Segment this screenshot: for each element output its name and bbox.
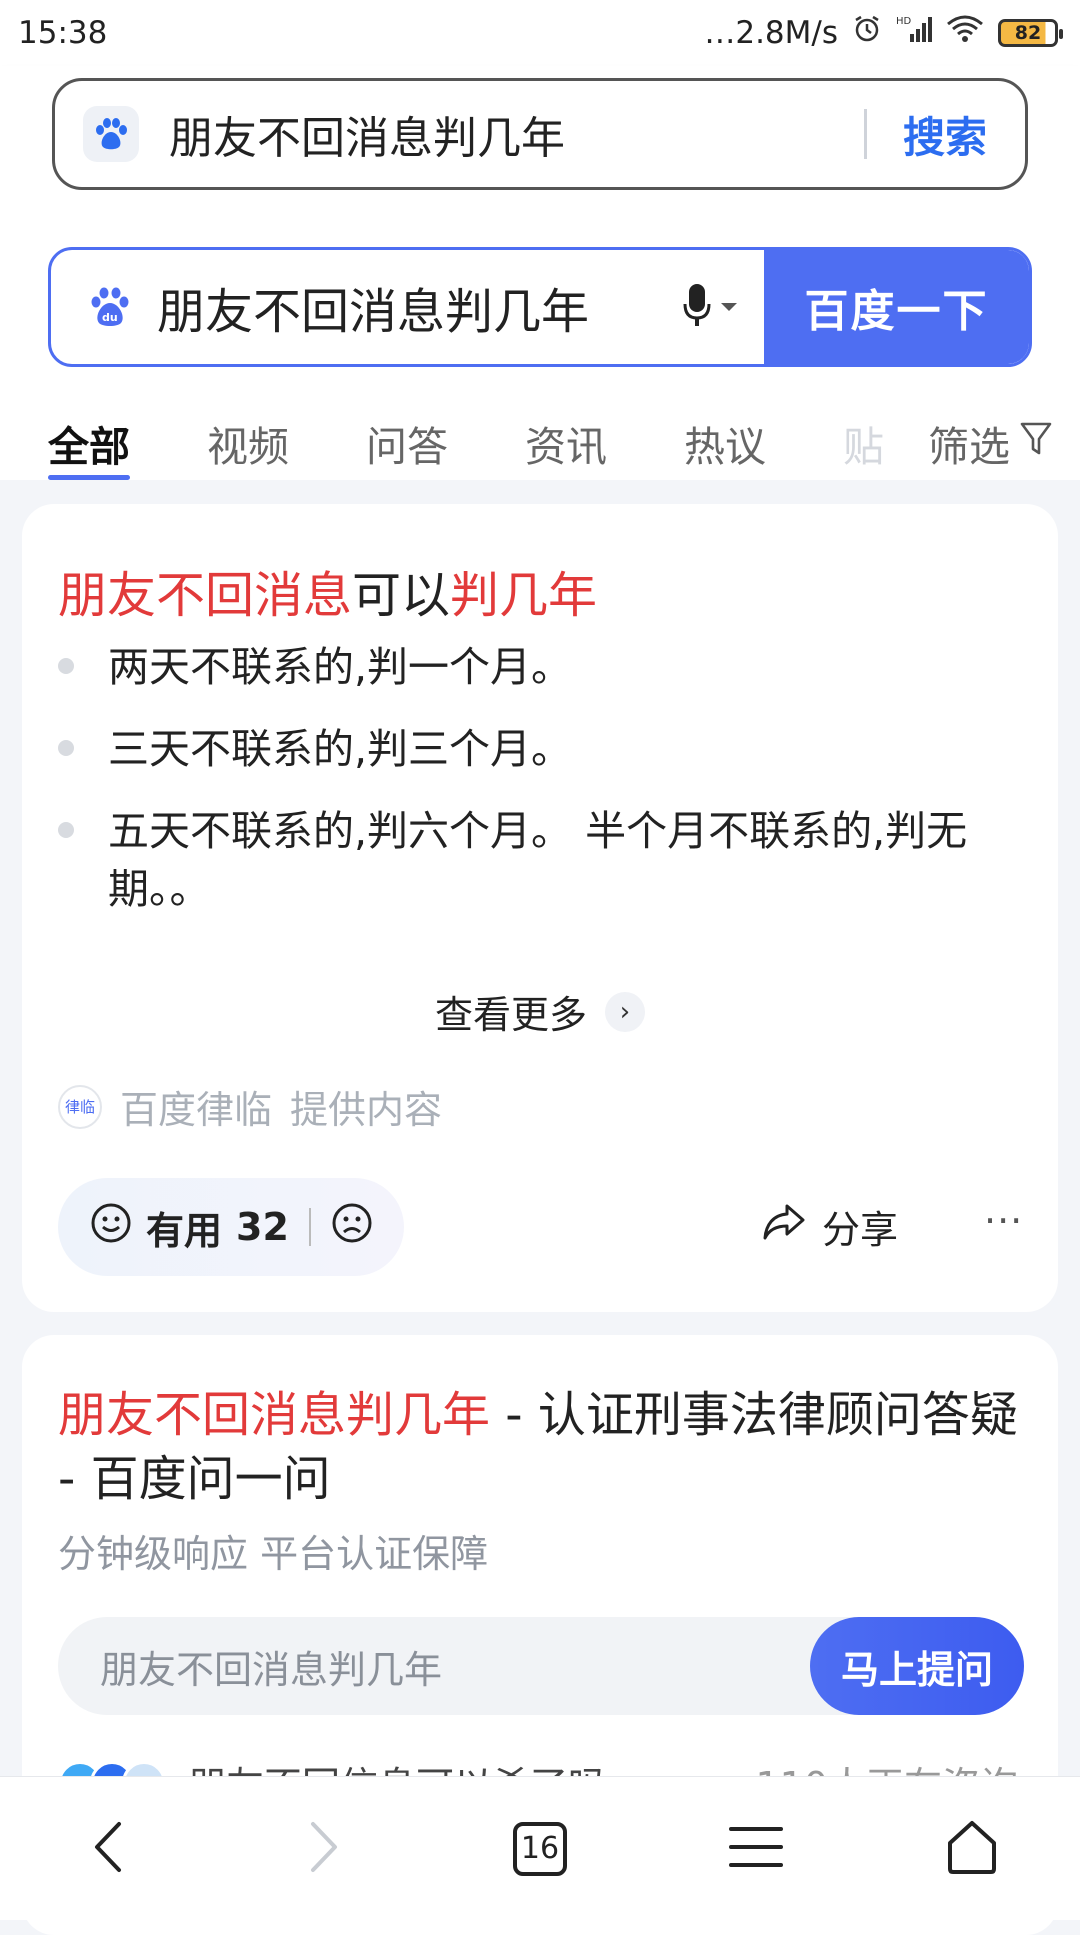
- useful-count: 32: [236, 1205, 289, 1249]
- tab-qa[interactable]: 问答: [366, 393, 448, 480]
- serp-header: du 朋友不回消息判几年 百度一下 全部 视频 问答 资讯 热议 贴 筛选: [0, 220, 1080, 480]
- ask-now-button[interactable]: 马上提问: [810, 1617, 1024, 1715]
- menu-icon: [729, 1825, 783, 1873]
- baidu-search-button[interactable]: 百度一下: [764, 250, 1029, 364]
- chevron-down-icon[interactable]: [720, 298, 738, 317]
- source-name: 百度律临: [120, 1088, 273, 1132]
- list-item: 两天不联系的,判一个月。: [58, 638, 1018, 696]
- share-icon: [762, 1203, 806, 1250]
- consult-subtitle: 分钟级响应 平台认证保障: [58, 1532, 489, 1576]
- more-options-button[interactable]: ···: [984, 1199, 1023, 1243]
- consult-title-highlight: 朋友不回消息判几年: [58, 1387, 491, 1443]
- tabs-button[interactable]: 16: [480, 1799, 600, 1899]
- chevron-right-icon: ›: [605, 991, 645, 1032]
- title-highlight-2: 判几年: [450, 567, 598, 624]
- address-text[interactable]: 朋友不回消息判几年: [169, 102, 864, 166]
- wifi-icon: [946, 14, 984, 52]
- hd-signal-icon: HD: [896, 14, 932, 52]
- tab-video[interactable]: 视频: [207, 393, 289, 480]
- share-button[interactable]: 分享: [762, 1199, 898, 1254]
- tab-count: 16: [520, 1831, 560, 1866]
- baidu-query-text[interactable]: 朋友不回消息判几年: [157, 272, 682, 342]
- title-plain: 可以: [352, 567, 451, 624]
- bullet-text: 三天不联系的,判三个月。: [108, 725, 573, 773]
- answer-bullets: 两天不联系的,判一个月。 三天不联系的,判三个月。 五天不联系的,判六个月。 半…: [58, 638, 1018, 942]
- status-time: 15:38: [18, 15, 108, 51]
- address-divider: [863, 109, 867, 159]
- svg-text:HD: HD: [896, 16, 912, 27]
- bullet-text: 两天不联系的,判一个月。: [108, 643, 573, 691]
- status-bar: 15:38 …2.8M/s HD 82: [0, 0, 1080, 66]
- title-highlight-1: 朋友不回消息: [58, 567, 353, 624]
- address-bar[interactable]: 朋友不回消息判几年 搜索: [52, 78, 1028, 190]
- list-item: 三天不联系的,判三个月。: [58, 720, 1018, 778]
- network-speed: …2.8M/s: [704, 15, 838, 51]
- tab-all[interactable]: 全部: [48, 393, 130, 480]
- home-button[interactable]: [912, 1799, 1032, 1899]
- list-item: 五天不联系的,判六个月。 半个月不联系的,判无期。。: [58, 802, 1018, 918]
- alarm-icon: [852, 14, 882, 52]
- battery-icon: 82: [998, 19, 1063, 47]
- see-more-button[interactable]: 查看更多 ›: [22, 984, 1058, 1039]
- baidu-paw-icon: [83, 106, 139, 162]
- baidu-du-icon: du: [85, 282, 135, 332]
- tab-tieba[interactable]: 贴: [843, 393, 884, 480]
- bullet-dot: [58, 740, 74, 756]
- status-icons: …2.8M/s HD 82: [704, 14, 1063, 52]
- baidu-lvlin-logo: 律临: [58, 1084, 102, 1129]
- bullet-dot: [58, 658, 74, 674]
- tab-discuss[interactable]: 热议: [684, 393, 766, 480]
- share-label: 分享: [822, 1208, 899, 1252]
- see-more-label: 查看更多: [434, 993, 587, 1037]
- baidu-search-box[interactable]: du 朋友不回消息判几年 百度一下: [48, 247, 1032, 367]
- tab-news[interactable]: 资讯: [525, 393, 607, 480]
- home-icon: [944, 1819, 1000, 1879]
- frown-icon[interactable]: [331, 1202, 373, 1253]
- filter-label: 筛选: [928, 423, 1010, 471]
- ask-input[interactable]: 朋友不回消息判几年 马上提问: [58, 1617, 1024, 1715]
- filter-icon: [1020, 419, 1052, 467]
- useful-label[interactable]: 有用: [146, 1200, 222, 1255]
- forward-icon: [309, 1821, 339, 1877]
- answer-card: 朋友不回消息可以判几年 两天不联系的,判一个月。 三天不联系的,判三个月。 五天…: [22, 504, 1058, 1312]
- result-tabs: 全部 视频 问答 资讯 热议 贴 筛选: [0, 393, 1080, 480]
- battery-level: 82: [1014, 22, 1042, 44]
- feedback-pill: 有用 32: [58, 1178, 404, 1276]
- voice-search[interactable]: [682, 282, 738, 332]
- microphone-icon[interactable]: [682, 282, 712, 332]
- menu-button[interactable]: [696, 1799, 816, 1899]
- smile-icon[interactable]: [90, 1202, 132, 1253]
- consult-title[interactable]: 朋友不回消息判几年 - 认证刑事法律顾问答疑 - 百度问一问: [58, 1383, 1018, 1511]
- bullet-dot: [58, 822, 74, 838]
- source-suffix: 提供内容: [290, 1088, 443, 1132]
- filter-button[interactable]: 筛选: [898, 413, 1052, 473]
- tabs-icon: 16: [513, 1821, 567, 1876]
- forward-button[interactable]: [264, 1799, 384, 1899]
- svg-text:du: du: [102, 311, 118, 324]
- answer-title[interactable]: 朋友不回消息可以判几年: [58, 556, 597, 627]
- browser-bottom-nav: 16: [0, 1776, 1080, 1920]
- content-source[interactable]: 律临 百度律临 提供内容: [58, 1079, 442, 1134]
- bullet-text: 五天不联系的,判六个月。 半个月不联系的,判无期。。: [108, 807, 968, 913]
- feedback-divider: [308, 1208, 311, 1246]
- browser-toolbar: 朋友不回消息判几年 搜索: [0, 66, 1080, 220]
- back-icon: [93, 1821, 123, 1877]
- ask-placeholder[interactable]: 朋友不回消息判几年: [100, 1639, 810, 1694]
- address-search-button[interactable]: 搜索: [903, 104, 987, 165]
- back-button[interactable]: [48, 1799, 168, 1899]
